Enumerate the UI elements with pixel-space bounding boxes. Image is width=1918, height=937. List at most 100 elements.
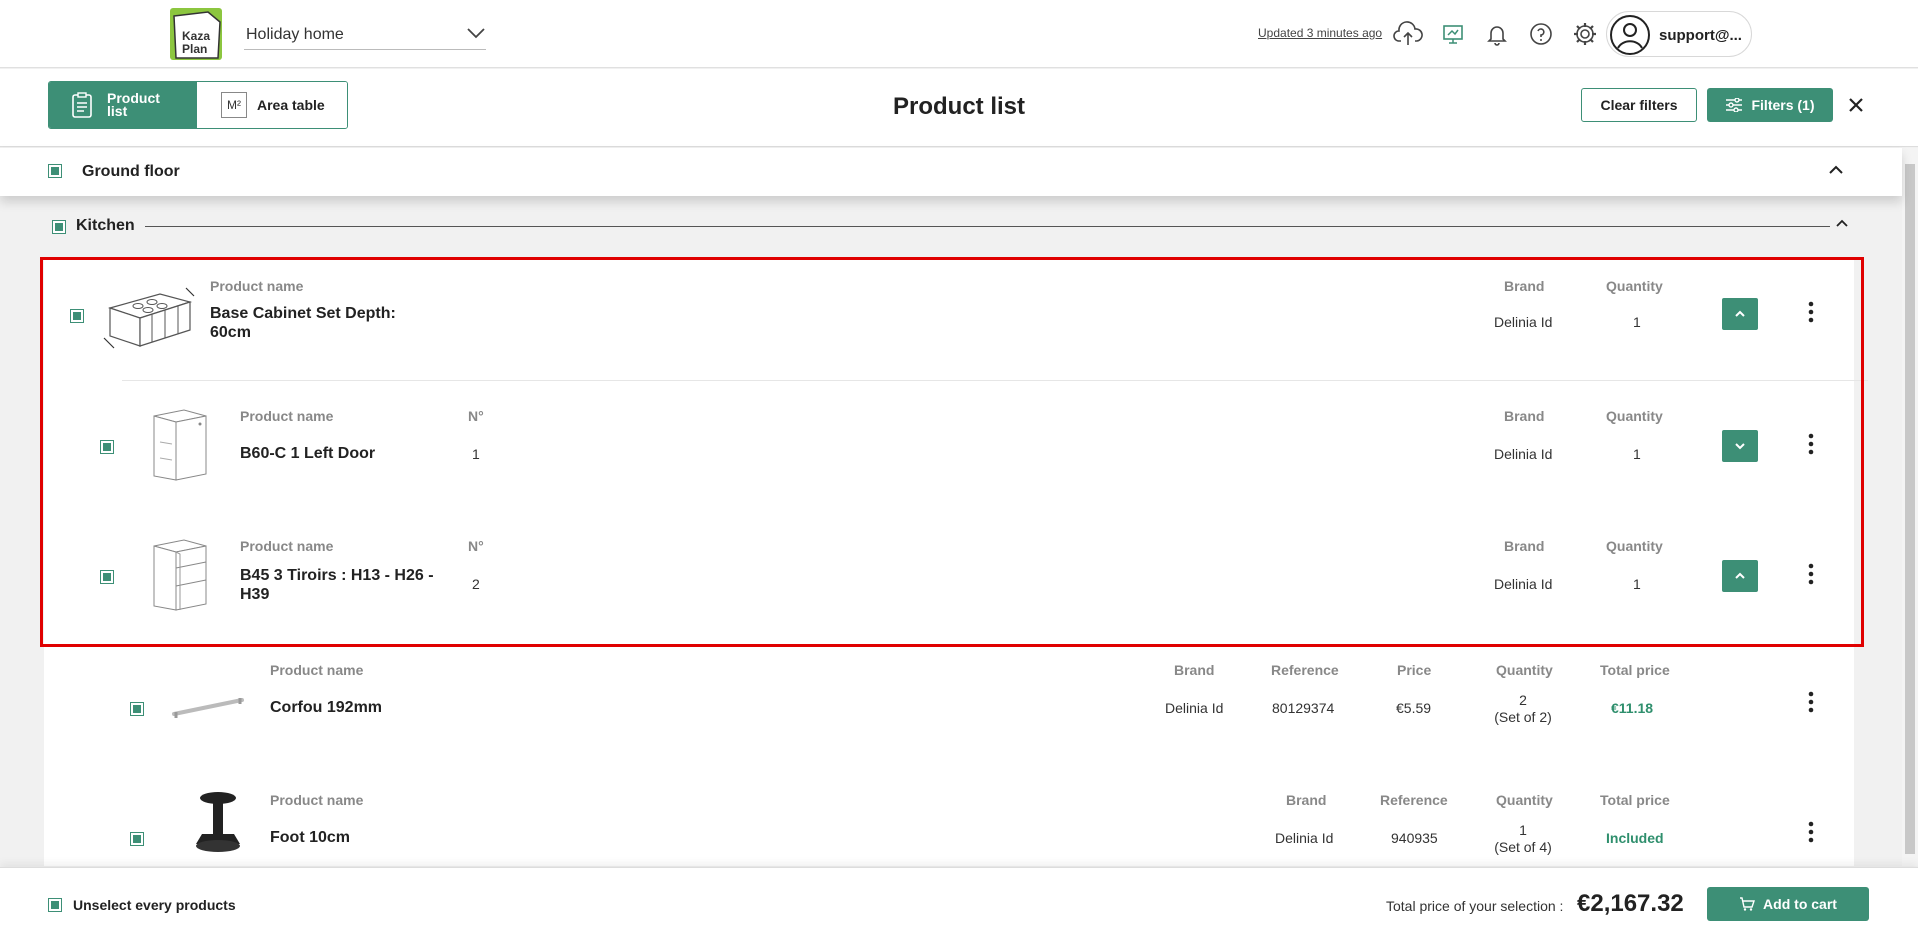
footer-bar: Unselect every products Total price of y…	[0, 867, 1918, 937]
help-icon[interactable]	[1526, 19, 1556, 49]
col-header-product-name: Product name	[270, 662, 364, 678]
col-header-quantity: Quantity	[1606, 278, 1663, 294]
col-header-total-price: Total price	[1600, 662, 1670, 678]
product-total-price: €11.18	[1611, 700, 1654, 716]
product-checkbox[interactable]	[130, 702, 144, 716]
base-cabinet-set-image	[100, 280, 196, 355]
col-header-brand: Brand	[1174, 662, 1215, 678]
chevron-up-icon	[1735, 572, 1745, 579]
chevron-up-icon[interactable]	[1828, 164, 1844, 176]
product-name: B60-C 1 Left Door	[240, 445, 376, 462]
collapse-button[interactable]	[1722, 560, 1758, 592]
total-price: €2,167.32	[1577, 890, 1684, 917]
updated-link[interactable]: Updated 3 minutes ago	[1258, 26, 1382, 40]
row-divider	[122, 380, 1868, 381]
unselect-all-checkbox[interactable]	[48, 898, 62, 912]
collapse-button[interactable]	[1722, 298, 1758, 330]
filters-label: Filters (1)	[1751, 97, 1815, 113]
corfou-handle-image	[168, 672, 252, 737]
product-list-scroll[interactable]: Kitchen Product name Base Cabinet Set De…	[0, 196, 1902, 866]
col-header-price: Price	[1397, 662, 1432, 678]
product-name: Corfou 192mm	[270, 699, 383, 716]
chevron-down-icon	[1735, 443, 1745, 450]
screen-icon[interactable]	[1438, 19, 1468, 49]
col-header-product-name: Product name	[210, 278, 304, 294]
filters-button[interactable]: Filters (1)	[1707, 88, 1833, 122]
scrollbar-thumb[interactable]	[1905, 164, 1915, 854]
product-checkbox[interactable]	[100, 570, 114, 584]
project-select[interactable]: Holiday home	[244, 22, 486, 50]
more-options-icon[interactable]	[1801, 820, 1821, 844]
expand-button[interactable]	[1722, 430, 1758, 462]
col-header-number: N°	[468, 538, 484, 554]
product-name: Base Cabinet Set Depth: 60cm	[210, 305, 396, 341]
col-header-quantity: Quantity	[1496, 792, 1553, 808]
product-total-price: Included	[1606, 830, 1664, 846]
total-price-label: Total price of your selection :	[1386, 898, 1564, 914]
b60-cabinet-image	[144, 402, 214, 487]
clear-filters-button[interactable]: Clear filters	[1581, 88, 1697, 122]
product-reference: 940935	[1391, 830, 1438, 846]
col-header-reference: Reference	[1380, 792, 1448, 808]
more-options-icon[interactable]	[1801, 300, 1821, 324]
more-options-icon[interactable]	[1801, 690, 1821, 714]
product-quantity: 1	[1519, 822, 1527, 838]
product-reference: 80129374	[1272, 700, 1335, 716]
b45-cabinet-image	[144, 532, 214, 617]
user-name: support@...	[1659, 27, 1742, 44]
floor-checkbox[interactable]	[48, 164, 62, 178]
product-brand: Delinia Id	[1494, 446, 1553, 462]
foot-image	[188, 786, 248, 866]
product-quantity: 1	[1633, 314, 1641, 330]
col-header-brand: Brand	[1504, 538, 1545, 554]
col-header-brand: Brand	[1504, 278, 1545, 294]
sliders-icon	[1726, 98, 1743, 112]
col-header-product-name: Product name	[270, 792, 364, 808]
product-brand: Delinia Id	[1494, 576, 1553, 592]
gear-icon[interactable]	[1570, 19, 1600, 49]
chevron-up-icon	[1735, 310, 1745, 317]
product-set-card: Product name Base Cabinet Set Depth: 60c…	[44, 260, 1868, 646]
col-header-brand: Brand	[1504, 408, 1545, 424]
col-header-number: N°	[468, 408, 484, 424]
product-quantity: 1	[1633, 576, 1641, 592]
col-header-product-name: Product name	[240, 538, 334, 554]
col-header-quantity: Quantity	[1496, 662, 1553, 678]
project-name: Holiday home	[246, 26, 344, 43]
product-quantity: 2	[1519, 692, 1527, 708]
close-icon[interactable]	[1844, 93, 1868, 117]
add-to-cart-button[interactable]: Add to cart	[1707, 887, 1869, 921]
product-price: €5.59	[1396, 700, 1432, 716]
product-number: 1	[472, 446, 480, 462]
product-checkbox[interactable]	[100, 440, 114, 454]
unselect-all-label[interactable]: Unselect every products	[73, 897, 236, 913]
product-card: Product name Corfou 192mm Brand Referenc…	[44, 646, 1854, 776]
product-brand: Delinia Id	[1165, 700, 1224, 716]
col-header-quantity: Quantity	[1606, 538, 1663, 554]
product-name: B45 3 Tiroirs : H13 - H26 - H39	[240, 567, 434, 603]
toolbar: Product list M² Area table Product list …	[0, 69, 1918, 147]
bell-icon[interactable]	[1482, 19, 1512, 49]
chevron-down-icon	[467, 28, 485, 39]
floor-section-header[interactable]: Ground floor	[0, 148, 1902, 196]
more-options-icon[interactable]	[1801, 432, 1821, 456]
scrollbar[interactable]	[1902, 148, 1918, 866]
product-checkbox[interactable]	[70, 309, 84, 323]
kazaplan-logo[interactable]: Kaza Plan	[168, 6, 224, 62]
svg-text:Kaza: Kaza	[182, 29, 210, 43]
product-checkbox[interactable]	[130, 832, 144, 846]
room-label: Kitchen	[76, 217, 145, 235]
product-brand: Delinia Id	[1494, 314, 1553, 330]
chevron-up-icon[interactable]	[1835, 218, 1849, 228]
room-checkbox[interactable]	[52, 220, 66, 234]
col-header-product-name: Product name	[240, 408, 334, 424]
cloud-upload-icon[interactable]	[1393, 19, 1423, 49]
product-name: Foot 10cm	[270, 829, 351, 846]
product-brand: Delinia Id	[1275, 830, 1334, 846]
user-menu[interactable]: support@...	[1606, 11, 1752, 57]
col-header-brand: Brand	[1286, 792, 1327, 808]
add-to-cart-label: Add to cart	[1763, 896, 1837, 912]
product-number: 2	[472, 576, 480, 592]
top-bar: Kaza Plan Holiday home Updated 3 minutes…	[0, 0, 1918, 68]
more-options-icon[interactable]	[1801, 562, 1821, 586]
